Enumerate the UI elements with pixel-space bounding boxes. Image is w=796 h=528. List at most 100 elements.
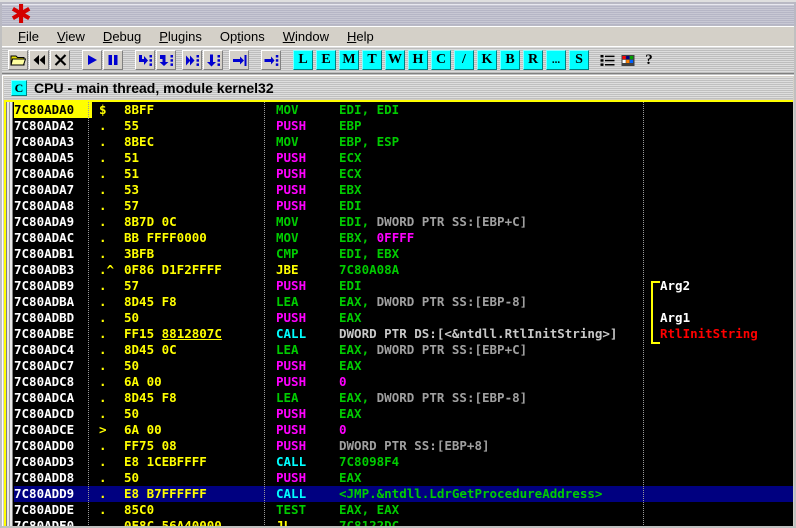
instruction-address: 7C80ADCD (14, 406, 75, 421)
cpu-window-button[interactable]: C (431, 50, 451, 70)
instruction-hexdump: 50 (124, 406, 140, 421)
animate-into-button[interactable] (182, 50, 202, 70)
step-into-button[interactable] (135, 50, 155, 70)
step-over-button[interactable] (156, 50, 176, 70)
execute-till-return-button[interactable] (229, 50, 249, 70)
pause-button[interactable] (103, 50, 123, 70)
references-button[interactable]: R (523, 50, 543, 70)
operand-immediate: 0 (339, 422, 347, 437)
column-separator-hexdump[interactable] (264, 102, 265, 526)
animate-over-button[interactable] (203, 50, 223, 70)
disassembly-row[interactable]: 7C80ADD9. E8 B7FFFFFF CALL <JMP.&ntdll.LdrG… (14, 486, 793, 502)
instruction-mnemonic: PUSH (276, 198, 307, 213)
column-separator-address[interactable] (88, 102, 89, 526)
trace-button[interactable] (261, 50, 281, 70)
menu-window[interactable]: Window (275, 28, 337, 45)
menu-view[interactable]: View (49, 28, 93, 45)
cpu-window-title: CPU - main thread, module kernel32 (34, 80, 274, 96)
options-list-button[interactable] (597, 50, 617, 70)
instruction-mnemonic: JL (276, 518, 292, 526)
instruction-address: 7C80ADA3 (14, 134, 75, 149)
instruction-operands: EDI, EDI (339, 102, 400, 117)
operand-import-reference: DWORD PTR DS:[<&ntdll.RtlInitString>] (339, 326, 618, 341)
disassembly-row[interactable]: 7C80ADE0. 0F8C 56A40000 JL 7C8122DC (14, 518, 793, 526)
instruction-mnemonic: TEST (276, 502, 307, 517)
folder-icon (10, 55, 26, 66)
instruction-address: 7C80ADDE (14, 502, 75, 517)
instruction-marker: .^ (99, 262, 115, 277)
instruction-operands: <JMP.&ntdll.LdrGetProcedureAddress> (339, 486, 603, 501)
instruction-marker: $ (99, 102, 107, 117)
disassembly-row[interactable]: 7C80ADA3. 8BEC MOV EBP, ESP (14, 134, 793, 150)
run-button[interactable] (82, 50, 102, 70)
restart-button[interactable] (29, 50, 49, 70)
disassembly-row[interactable]: 7C80ADCE >6A 00 PUSH 0 (14, 422, 793, 438)
instruction-address: 7C80ADA7 (14, 182, 75, 197)
executables-button[interactable]: E (316, 50, 336, 70)
threads-window-button[interactable]: T (362, 50, 382, 70)
step-over-icon (159, 54, 173, 66)
close-button[interactable] (50, 50, 70, 70)
menu-plugins[interactable]: Plugins (151, 28, 210, 45)
run-trace-button[interactable]: ... (546, 50, 566, 70)
memory-window-button[interactable]: M (339, 50, 359, 70)
menu-options[interactable]: Options (212, 28, 273, 45)
instruction-operands: EDI, EBX (339, 246, 400, 261)
disassembly-row[interactable]: 7C80ADCD. 50 PUSH EAX (14, 406, 793, 422)
disassembly-row[interactable]: 7C80ADDE. 85C0 TEST EAX, EAX (14, 502, 793, 518)
instruction-address: 7C80ADBA (14, 294, 75, 309)
source-button[interactable]: S (569, 50, 589, 70)
disassembly-row[interactable]: 7C80ADC8. 6A 00 PUSH 0 (14, 374, 793, 390)
disassembly-row[interactable]: 7C80ADC7. 50 PUSH EAX (14, 358, 793, 374)
disassembly-row[interactable]: 7C80ADB1. 3BFB CMP EDI, EBX (14, 246, 793, 262)
instruction-mnemonic: MOV (276, 230, 299, 245)
disassembly-row[interactable]: 7C80ADC4. 8D45 0C LEA EAX, DWORD PTR SS:[EB… (14, 342, 793, 358)
open-file-button[interactable] (8, 50, 28, 70)
disassembly-row[interactable]: 7C80ADB3 .^ 0F86 D1F2FFFF JBE 7C80A08A (14, 262, 793, 278)
instruction-operands: EAX (339, 470, 362, 485)
disassembly-row[interactable]: 7C80ADA2. 55 PUSH EBP (14, 118, 793, 134)
instruction-hexdump: 50 (124, 470, 140, 485)
handles-button[interactable]: H (408, 50, 428, 70)
instruction-marker: . (99, 134, 107, 149)
rewind-icon (33, 55, 45, 65)
help-button[interactable]: ? (639, 50, 659, 70)
disassembly-row[interactable]: 7C80ADA6. 51 PUSH ECX (14, 166, 793, 182)
disassembly-row[interactable]: 7C80ADBA. 8D45 F8 LEA EAX, DWORD PTR SS:[EB… (14, 294, 793, 310)
instruction-operands: EDI (339, 278, 362, 293)
instruction-operands: EBX (339, 182, 362, 197)
instruction-mnemonic: PUSH (276, 310, 307, 325)
disassembly-pane[interactable]: 7C80ADA0 $8BFF MOV EDI, EDI 7C80ADA2. 55 PUSH E… (4, 100, 793, 526)
instruction-mnemonic: MOV (276, 102, 299, 117)
cpu-window-titlebar[interactable]: C CPU - main thread, module kernel32 (4, 77, 793, 99)
hexdump-fixup: 8812807C (161, 326, 222, 341)
menu-debug[interactable]: Debug (95, 28, 149, 45)
instruction-marker: . (99, 390, 107, 405)
log-window-button[interactable]: L (293, 50, 313, 70)
instruction-marker: . (99, 182, 107, 197)
menu-file[interactable]: File (10, 28, 47, 45)
column-separator-comment[interactable] (643, 102, 644, 526)
menu-help[interactable]: Help (339, 28, 382, 45)
disassembly-row[interactable]: 7C80ADA5. 51 PUSH ECX (14, 150, 793, 166)
disassembly-row[interactable]: 7C80ADD8. 50 PUSH EAX (14, 470, 793, 486)
disassembly-row[interactable]: 7C80ADCA. 8D45 F8 LEA EAX, DWORD PTR SS:[EB… (14, 390, 793, 406)
disassembly-row[interactable]: 7C80ADA9. 8B7D 0C MOV EDI, DWORD PTR SS:[EB… (14, 214, 793, 230)
disassembly-row[interactable]: 7C80ADA7. 53 PUSH EBX (14, 182, 793, 198)
breakpoints-button[interactable]: B (500, 50, 520, 70)
disassembly-row[interactable]: 7C80ADA8. 57 PUSH EDI (14, 198, 793, 214)
instruction-address: 7C80ADBD (14, 310, 75, 325)
operand-immediate: 0 (339, 374, 347, 389)
disassembly-row[interactable]: 7C80ADAC. BB FFFF0000 MOV EBX, 0FFFF (14, 230, 793, 246)
instruction-marker: . (99, 166, 107, 181)
color-palette-button[interactable] (618, 50, 638, 70)
disassembly-row[interactable]: 7C80ADD3. E8 1CEBFFFF CALL 7C8098F4 (14, 454, 793, 470)
call-stack-button[interactable]: K (477, 50, 497, 70)
operand-register: EAX, (339, 342, 377, 357)
windows-button[interactable]: W (385, 50, 405, 70)
instruction-hexdump: FF15 8812807C (124, 326, 222, 342)
patches-button[interactable]: / (454, 50, 474, 70)
disassembly-row[interactable]: 7C80ADD0. FF75 08 PUSH DWORD PTR SS:[EBP+8] (14, 438, 793, 454)
disassembly-row[interactable]: 7C80ADA0 $8BFF MOV EDI, EDI (14, 102, 793, 118)
instruction-mnemonic: JBE (276, 262, 299, 277)
